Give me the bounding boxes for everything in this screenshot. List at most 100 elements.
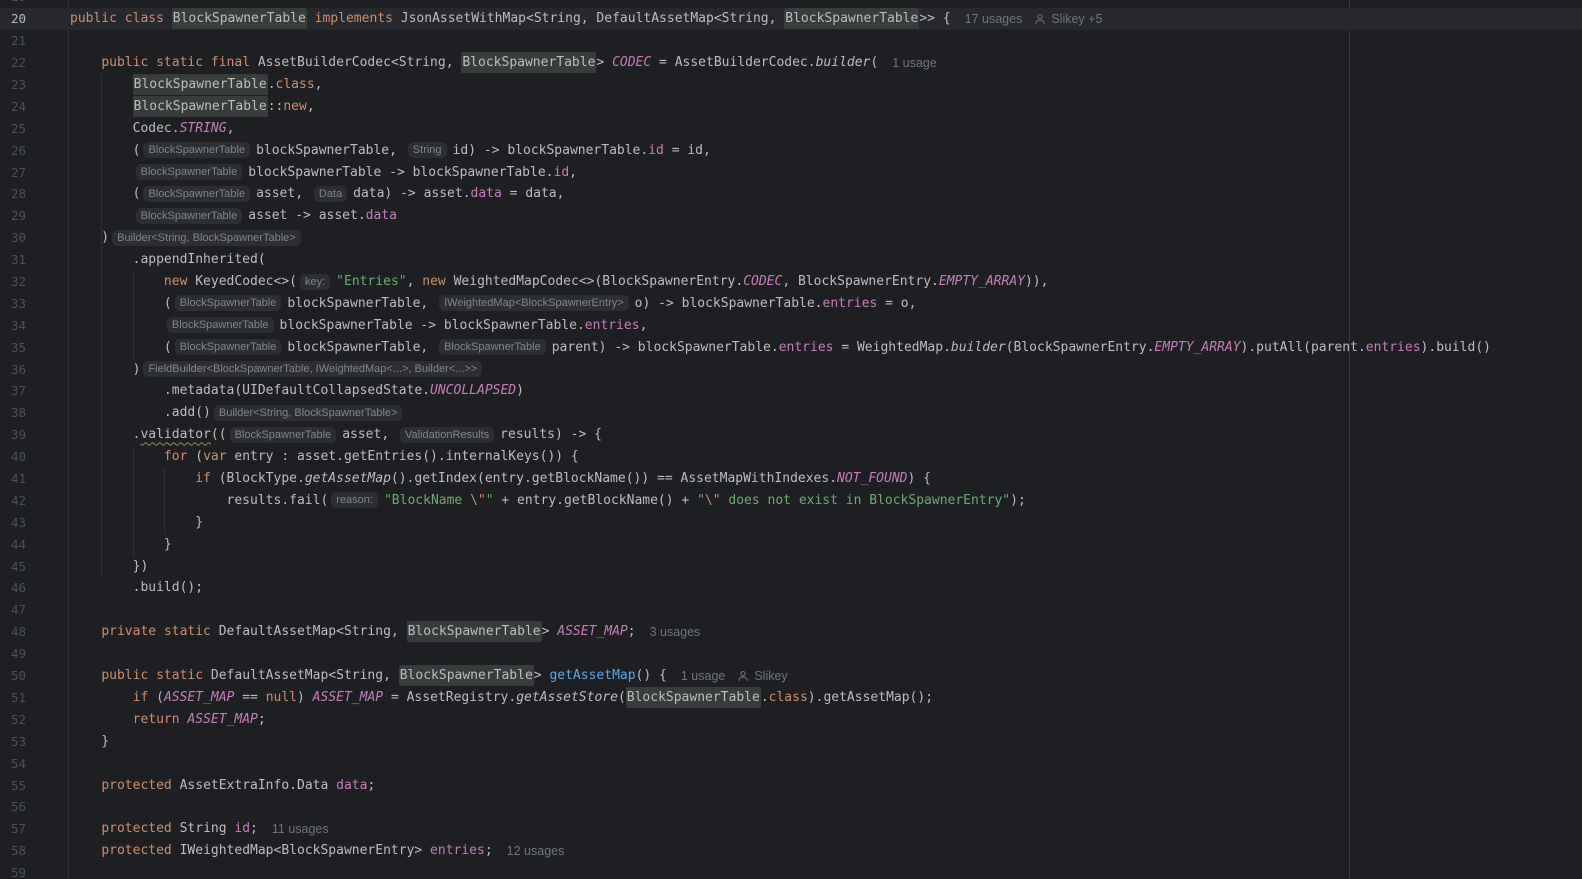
line-number[interactable]: 29 — [0, 208, 68, 223]
code-line[interactable]: 56 — [0, 796, 1582, 818]
line-number[interactable]: 59 — [0, 865, 68, 879]
code-line[interactable]: 23 BlockSpawnerTable. class, — [0, 74, 1582, 96]
inlay-hint[interactable]: key: — [299, 273, 331, 290]
line-number[interactable]: 34 — [0, 318, 68, 333]
line-number[interactable]: 53 — [0, 734, 68, 749]
line-number[interactable]: 42 — [0, 493, 68, 508]
inlay-hint[interactable]: Builder<String, BlockSpawnerTable> — [213, 404, 403, 421]
code-line[interactable]: 31 .appendInherited( — [0, 249, 1582, 271]
line-number[interactable]: 28 — [0, 186, 68, 201]
line-number[interactable]: 48 — [0, 624, 68, 639]
code-line[interactable]: 47 — [0, 599, 1582, 621]
code-author-hint[interactable]: Slikey — [737, 669, 788, 683]
code-line[interactable]: 39 . validator((BlockSpawnerTable asset, V… — [0, 424, 1582, 446]
line-number[interactable]: 21 — [0, 33, 68, 48]
line-number[interactable]: 22 — [0, 55, 68, 70]
inlay-hint[interactable]: ValidationResults — [399, 426, 495, 443]
code-line[interactable]: 22 public static final AssetBuilderCodec… — [0, 52, 1582, 74]
code-line[interactable]: 26 (BlockSpawnerTable blockSpawnerTable, … — [0, 139, 1582, 161]
inlay-hint[interactable]: BlockSpawnerTable — [229, 426, 337, 443]
line-number[interactable]: 37 — [0, 383, 68, 398]
line-number[interactable]: 23 — [0, 77, 68, 92]
line-number[interactable]: 57 — [0, 821, 68, 836]
inlay-hint[interactable]: BlockSpawnerTable — [439, 339, 546, 356]
line-number[interactable]: 41 — [0, 471, 68, 486]
line-number[interactable]: 54 — [0, 756, 68, 771]
usages-hint[interactable]: 17 usages — [965, 12, 1023, 26]
usages-hint[interactable]: 12 usages — [507, 844, 565, 858]
code-line[interactable]: 33 (BlockSpawnerTable blockSpawnerTable, … — [0, 292, 1582, 314]
line-number[interactable]: 44 — [0, 537, 68, 552]
code-line[interactable]: 44 } — [0, 533, 1582, 555]
code-line[interactable]: 35 (BlockSpawnerTable blockSpawnerTable, … — [0, 336, 1582, 358]
inlay-hint[interactable]: BlockSpawnerTable — [143, 185, 251, 202]
usages-hint[interactable]: 1 usage — [892, 56, 936, 70]
inlay-hint[interactable]: BlockSpawnerTable — [135, 164, 243, 181]
code-author-hint[interactable]: Slikey +5 — [1034, 12, 1102, 26]
line-number[interactable]: 40 — [0, 449, 68, 464]
inlay-hint[interactable]: BlockSpawnerTable — [135, 207, 243, 224]
code-line[interactable]: 54 — [0, 752, 1582, 774]
code-line[interactable]: 51 if (ASSET_MAP == null) ASSET_MAP = As… — [0, 686, 1582, 709]
usages-hint[interactable]: 11 usages — [272, 822, 329, 836]
usages-hint[interactable]: 1 usage — [681, 669, 725, 683]
code-line[interactable]: 32 new KeyedCodec<>(key: "Entries", new W… — [0, 271, 1582, 293]
code-line[interactable]: 38 .add() Builder<String, BlockSpawnerTab… — [0, 402, 1582, 424]
line-number[interactable]: 50 — [0, 668, 68, 683]
code-line[interactable]: 29 BlockSpawnerTable asset -> asset. data — [0, 205, 1582, 227]
code-line[interactable]: 28 (BlockSpawnerTable asset, Data data) ->… — [0, 183, 1582, 205]
inlay-hint[interactable]: String — [407, 142, 447, 159]
line-number[interactable]: 27 — [0, 165, 68, 180]
code-line[interactable]: 20 public class BlockSpawnerTable impleme… — [0, 7, 1582, 30]
code-line[interactable]: 24 BlockSpawnerTable:: new, — [0, 95, 1582, 117]
code-line[interactable]: 34 BlockSpawnerTable blockSpawnerTable ->… — [0, 314, 1582, 336]
line-number[interactable]: 30 — [0, 230, 68, 245]
code-line[interactable]: 27 BlockSpawnerTable blockSpawnerTable ->… — [0, 161, 1582, 183]
inlay-hint[interactable]: FieldBuilder<BlockSpawnerTable, IWeighte… — [143, 361, 483, 378]
line-number[interactable]: 31 — [0, 252, 68, 267]
line-number[interactable]: 46 — [0, 580, 68, 595]
usages-hint[interactable]: 3 usages — [650, 625, 701, 639]
inlay-hint[interactable]: IWeightedMap<BlockSpawnerEntry> — [439, 295, 629, 312]
code-line[interactable]: 57 protected String id; 11 usages — [0, 818, 1582, 840]
inlay-hint[interactable]: Builder<String, BlockSpawnerTable> — [112, 229, 301, 246]
line-number[interactable]: 35 — [0, 340, 68, 355]
code-line[interactable]: 30 ) Builder<String, BlockSpawnerTable> — [0, 227, 1582, 249]
line-number[interactable]: 32 — [0, 274, 68, 289]
code-line[interactable]: 52 return ASSET_MAP; — [0, 708, 1582, 730]
line-number[interactable]: 38 — [0, 405, 68, 420]
line-number[interactable]: 36 — [0, 362, 68, 377]
line-number[interactable]: 39 — [0, 427, 68, 442]
code-line[interactable]: 41 if (BlockType. getAssetMap ().getIndex(… — [0, 468, 1582, 490]
line-number[interactable]: 56 — [0, 799, 68, 814]
code-line[interactable]: 19- — [0, 0, 1582, 8]
code-line[interactable]: 50 public static DefaultAssetMap<String,… — [0, 665, 1582, 687]
inlay-hint[interactable]: Data — [313, 185, 348, 202]
inlay-hint[interactable]: BlockSpawnerTable — [166, 317, 274, 334]
line-number[interactable]: 43 — [0, 515, 68, 530]
line-number[interactable]: 47 — [0, 602, 68, 617]
code-line[interactable]: 21 — [0, 30, 1582, 52]
line-number[interactable]: 49 — [0, 646, 68, 661]
line-number[interactable]: 26 — [0, 143, 68, 158]
inlay-hint[interactable]: reason: — [331, 492, 378, 509]
code-line[interactable]: 46 .build(); — [0, 577, 1582, 599]
line-number[interactable]: 20 — [0, 11, 68, 26]
code-line[interactable]: 40 for (var entry : asset.getEntries().i… — [0, 446, 1582, 468]
inlay-hint[interactable]: BlockSpawnerTable — [174, 295, 282, 312]
line-number[interactable]: 45 — [0, 559, 68, 574]
line-number[interactable]: 52 — [0, 712, 68, 727]
line-number[interactable]: 33 — [0, 296, 68, 311]
code-line[interactable]: 48 private static DefaultAssetMap<String… — [0, 621, 1582, 643]
inlay-hint[interactable]: BlockSpawnerTable — [174, 339, 282, 356]
code-line[interactable]: 58 protected IWeightedMap<BlockSpawnerEn… — [0, 840, 1582, 862]
line-number[interactable]: 25 — [0, 121, 68, 136]
code-line[interactable]: 59 — [0, 862, 1582, 879]
code-area[interactable]: 19-20public class BlockSpawnerTable impl… — [0, 0, 1582, 879]
line-number[interactable]: 24 — [0, 99, 68, 114]
code-line[interactable]: 55 protected AssetExtraInfo.Data data; — [0, 774, 1582, 796]
code-line[interactable]: 53 } — [0, 730, 1582, 752]
line-number[interactable]: 51 — [0, 690, 68, 705]
line-number[interactable]: 19- — [0, 0, 68, 6]
code-line[interactable]: 49 — [0, 643, 1582, 665]
